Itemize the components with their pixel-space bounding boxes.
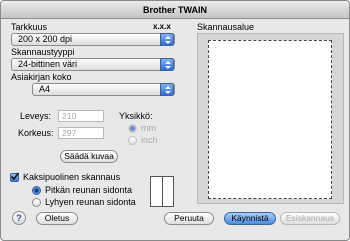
scan-area-label: Skannausalue [197,22,255,32]
unit-inch-radio[interactable] [128,136,137,145]
resolution-label: Tarkkuus [11,22,48,32]
binding-line [162,177,163,206]
duplex-binding-icon [150,176,174,207]
duplex-checkbox[interactable] [10,172,19,182]
scan-type-label: Skannaustyyppi [11,47,75,57]
scan-area-page[interactable] [208,40,332,199]
resolution-select[interactable]: 200 x 200 dpi [11,33,175,46]
prescan-button[interactable]: Esiskannaus [280,212,340,225]
scan-type-select[interactable]: 24-bittinen väri [11,58,175,71]
start-button[interactable]: Käynnistä [224,212,276,225]
short-edge-radio[interactable] [32,198,41,207]
brother-twain-window: Brother TWAIN Tarkkuus x.x.x 200 x 200 d… [0,0,350,241]
scan-type-value: 24-bittinen väri [18,59,78,69]
updown-arrow-icon [160,58,174,71]
height-field[interactable]: 297 [58,127,104,139]
height-label: Korkeus: [18,128,54,138]
unit-mm-radio[interactable] [128,124,137,133]
document-size-select[interactable]: A4 [32,83,175,96]
unit-label: Yksikkö: [119,111,153,121]
scan-area-preview[interactable] [197,33,344,204]
duplex-label: Kaksipuolinen skannaus [23,172,121,182]
width-label: Leveys: [20,111,52,121]
width-field[interactable]: 210 [58,110,104,122]
unit-inch-label: inch [141,135,158,145]
resolution-value: 200 x 200 dpi [18,34,73,44]
help-icon[interactable]: ? [12,211,26,225]
adjust-image-button[interactable]: Säädä kuvaa [60,150,118,163]
cancel-button[interactable]: Peruuta [164,212,214,225]
updown-arrow-icon [160,33,174,46]
window-title: Brother TWAIN [1,1,349,19]
updown-arrow-icon [160,83,174,96]
document-size-value: A4 [39,84,51,94]
document-size-label: Asiakirjan koko [11,72,72,82]
long-edge-label: Pitkän reunan sidonta [45,185,133,195]
version-label: x.x.x [153,22,171,31]
long-edge-radio[interactable] [32,186,41,195]
unit-mm-label: mm [141,123,156,133]
short-edge-label: Lyhyen reunan sidonta [45,197,136,207]
default-button[interactable]: Oletus [36,212,78,225]
